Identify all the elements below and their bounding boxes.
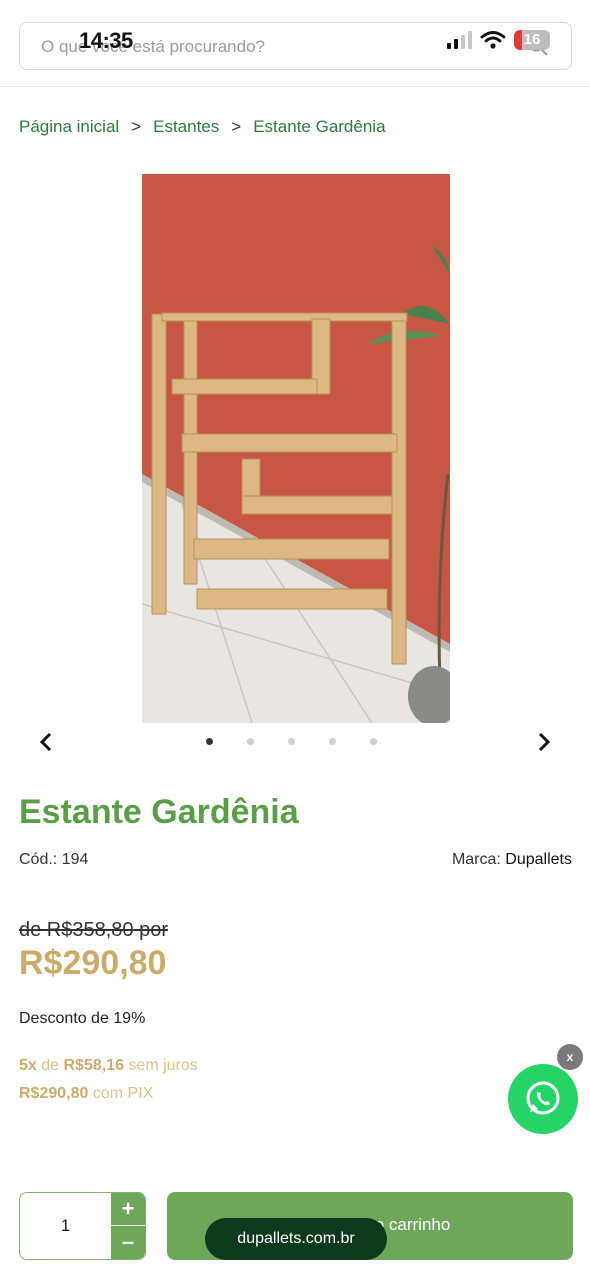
status-icons: 16 bbox=[447, 28, 550, 52]
brand-value[interactable]: Dupallets bbox=[505, 851, 572, 868]
breadcrumb-separator: > bbox=[231, 117, 242, 136]
pix-price: R$290,80 bbox=[19, 1085, 89, 1102]
header-divider bbox=[0, 86, 590, 87]
battery-icon: 16 bbox=[514, 30, 550, 50]
breadcrumb: Página inicial > Estantes > Estante Gard… bbox=[19, 117, 386, 137]
carousel-dot-4[interactable] bbox=[329, 738, 336, 745]
installments-suffix: sem juros bbox=[128, 1057, 198, 1074]
status-clock: 14:35 bbox=[79, 28, 133, 53]
product-image[interactable] bbox=[142, 174, 450, 723]
old-price: de R$358,80 por bbox=[19, 919, 169, 941]
breadcrumb-current[interactable]: Estante Gardênia bbox=[253, 117, 385, 137]
carousel-dot-3[interactable] bbox=[288, 738, 295, 745]
chevron-right-icon[interactable] bbox=[532, 728, 556, 756]
battery-level: 16 bbox=[523, 31, 541, 48]
carousel-dot-1[interactable] bbox=[206, 738, 213, 745]
breadcrumb-separator: > bbox=[131, 117, 142, 136]
installments-value: R$58,16 bbox=[63, 1057, 125, 1074]
pix-price-text: R$290,80 com PIX bbox=[19, 1085, 153, 1103]
carousel-dots bbox=[206, 738, 377, 745]
quantity-increase-button[interactable]: + bbox=[111, 1193, 145, 1226]
brand-label: Marca: bbox=[451, 851, 501, 868]
product-code-label: Cód.: bbox=[19, 851, 58, 868]
quantity-decrease-button[interactable]: – bbox=[111, 1226, 145, 1259]
current-price: R$290,80 bbox=[19, 944, 167, 982]
quantity-stepper[interactable]: 1 + – bbox=[19, 1192, 146, 1260]
installments-count: 5x bbox=[19, 1057, 37, 1074]
signal-icon bbox=[447, 31, 472, 49]
installments-text: 5x de R$58,16 sem juros bbox=[19, 1057, 198, 1075]
product-title: Estante Gardênia bbox=[19, 793, 299, 831]
breadcrumb-home[interactable]: Página inicial bbox=[19, 117, 119, 137]
product-code-value: 194 bbox=[61, 851, 89, 868]
product-code: Cód.: 194 bbox=[19, 851, 88, 869]
breadcrumb-category[interactable]: Estantes bbox=[153, 117, 219, 137]
search-input[interactable]: O que você está procurando? bbox=[41, 37, 265, 57]
installments-of: de bbox=[41, 1057, 60, 1074]
wifi-icon bbox=[480, 31, 506, 49]
chevron-left-icon[interactable] bbox=[34, 728, 58, 756]
discount-text: Desconto de 19% bbox=[19, 1010, 146, 1027]
product-brand: Marca: Dupallets bbox=[452, 851, 572, 869]
carousel-dot-5[interactable] bbox=[370, 738, 377, 745]
browser-url-pill[interactable]: dupallets.com.br bbox=[205, 1218, 387, 1260]
whatsapp-close-button[interactable]: x bbox=[557, 1044, 583, 1070]
pix-suffix: com PIX bbox=[92, 1085, 154, 1102]
quantity-input[interactable]: 1 bbox=[20, 1193, 111, 1259]
whatsapp-button[interactable] bbox=[508, 1064, 578, 1134]
carousel-dot-2[interactable] bbox=[247, 738, 254, 745]
whatsapp-icon bbox=[526, 1081, 560, 1115]
